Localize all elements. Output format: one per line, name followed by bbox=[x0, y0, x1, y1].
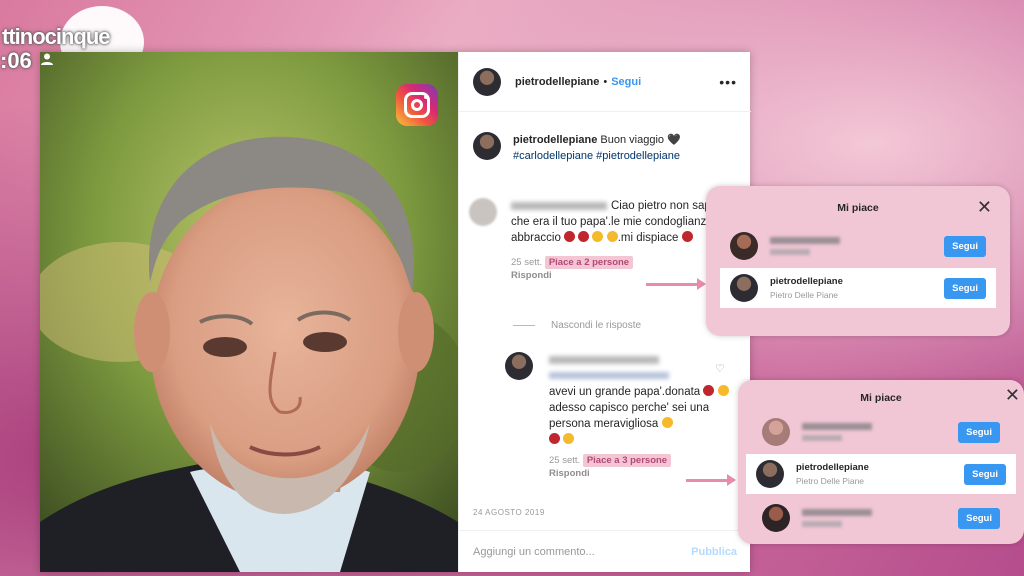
post-caption: pietrodellepiane Buon viaggio 🖤 #carlode… bbox=[473, 132, 743, 164]
avatar[interactable] bbox=[473, 132, 501, 160]
channel-brand: ttinocinque bbox=[2, 24, 111, 49]
username-blurred[interactable] bbox=[802, 509, 872, 516]
like-heart-icon[interactable]: ♡ bbox=[715, 362, 725, 375]
avatar[interactable] bbox=[730, 232, 758, 260]
avatar[interactable] bbox=[730, 274, 758, 302]
comment: Ciao pietro non sapevo che era il tuo pa… bbox=[469, 198, 739, 282]
heart-eyes-emoji-icon bbox=[661, 417, 673, 428]
comment-input[interactable]: Aggiungi un commento... bbox=[473, 546, 595, 558]
replier-mention-blurred[interactable] bbox=[549, 372, 669, 380]
comment-time: 25 sett. bbox=[511, 257, 543, 268]
user-tag-icon[interactable] bbox=[40, 52, 54, 66]
reply-text-mid: adesso capisco perche' sei una persona m… bbox=[549, 402, 710, 430]
heart-emoji-icon bbox=[578, 231, 590, 242]
heart-emoji-icon bbox=[681, 231, 693, 242]
avatar[interactable] bbox=[762, 418, 790, 446]
heart-emoji-icon bbox=[703, 385, 715, 396]
pointer-arrow bbox=[646, 278, 706, 290]
username-blurred[interactable] bbox=[802, 423, 872, 430]
follow-button[interactable]: Segui bbox=[964, 463, 1006, 485]
reply-likes-count[interactable]: Piace a 3 persone bbox=[582, 454, 672, 467]
pointer-arrow bbox=[686, 474, 736, 486]
like-row: Segui bbox=[752, 412, 1010, 452]
reply-reply-link[interactable]: Rispondi bbox=[549, 468, 590, 479]
heart-emoji-icon bbox=[549, 433, 560, 444]
reply-text: avevi un grande papa'.donata bbox=[549, 386, 701, 398]
like-row-highlighted: pietrodellepiane Pietro Delle Piane Segu… bbox=[746, 454, 1016, 494]
likes-popup: Mi piace ✕ Segui pietrodellepiane Pietro… bbox=[738, 380, 1024, 544]
fullname-blurred bbox=[802, 435, 842, 441]
smile-emoji-icon bbox=[606, 231, 618, 242]
publish-button[interactable]: Pubblica bbox=[691, 546, 737, 558]
avatar[interactable] bbox=[505, 352, 533, 380]
like-row-highlighted: pietrodellepiane Pietro Delle Piane Segu… bbox=[720, 268, 996, 308]
smile-emoji-icon bbox=[592, 231, 604, 242]
smile-emoji-icon bbox=[563, 433, 575, 444]
follow-button[interactable]: Segui bbox=[958, 421, 1000, 443]
instagram-icon bbox=[396, 84, 438, 126]
caption-username[interactable]: pietrodellepiane bbox=[513, 134, 597, 146]
instagram-post: pietrodellepiane • Segui ••• pietrodelle… bbox=[40, 52, 751, 572]
post-username[interactable]: pietrodellepiane bbox=[515, 76, 599, 88]
close-icon[interactable]: ✕ bbox=[1005, 386, 1020, 404]
commenter-avatar[interactable] bbox=[469, 198, 497, 226]
reply-time: 25 sett. bbox=[549, 455, 581, 466]
smile-emoji-icon bbox=[717, 385, 729, 396]
like-row: Segui bbox=[720, 226, 996, 266]
follow-link[interactable]: Segui bbox=[611, 76, 641, 88]
header-separator: • bbox=[603, 75, 608, 88]
replies-divider bbox=[513, 325, 535, 326]
like-username[interactable]: pietrodellepiane bbox=[796, 462, 869, 473]
follow-button[interactable]: Segui bbox=[944, 235, 986, 257]
popup-title: Mi piace bbox=[837, 202, 879, 214]
like-fullname: Pietro Delle Piane bbox=[770, 290, 839, 300]
portrait-illustration bbox=[40, 52, 458, 572]
fullname-blurred bbox=[802, 521, 842, 527]
avatar[interactable] bbox=[762, 504, 790, 532]
username-blurred[interactable] bbox=[770, 237, 840, 244]
close-icon[interactable]: ✕ bbox=[977, 198, 992, 216]
follow-button[interactable]: Segui bbox=[958, 507, 1000, 529]
comment-likes-count[interactable]: Piace a 2 persone bbox=[544, 256, 634, 269]
likes-popup: Mi piace ✕ Segui pietrodellepiane Pietro… bbox=[706, 186, 1010, 336]
reply-comment: avevi un grande papa'.donata adesso capi… bbox=[505, 352, 735, 480]
comment-reply-link[interactable]: Rispondi bbox=[511, 270, 552, 281]
heart-emoji-icon bbox=[564, 231, 576, 242]
post-header: pietrodellepiane • Segui ••• bbox=[459, 52, 751, 112]
fullname-blurred bbox=[770, 249, 810, 255]
replier-username-blurred[interactable] bbox=[549, 355, 659, 364]
popup-title: Mi piace bbox=[860, 392, 902, 404]
caption-text: Buon viaggio 🖤 bbox=[600, 134, 681, 146]
like-row: Segui bbox=[752, 498, 1010, 538]
comment-text-end: .mi dispiace bbox=[617, 232, 679, 244]
avatar[interactable] bbox=[756, 460, 784, 488]
like-fullname: Pietro Delle Piane bbox=[796, 476, 865, 486]
hide-replies-link[interactable]: Nascondi le risposte bbox=[513, 320, 641, 331]
caption-hashtags[interactable]: #carlodellepiane #pietrodellepiane bbox=[513, 150, 680, 162]
follow-button[interactable]: Segui bbox=[944, 277, 986, 299]
commenter-username-blurred[interactable] bbox=[511, 201, 607, 210]
post-photo[interactable] bbox=[40, 52, 458, 572]
add-comment-bar: Aggiungi un commento... Pubblica bbox=[459, 530, 751, 572]
hide-replies-label: Nascondi le risposte bbox=[551, 320, 642, 331]
more-options-icon[interactable]: ••• bbox=[719, 74, 737, 90]
post-date: 24 AGOSTO 2019 bbox=[473, 508, 545, 517]
avatar[interactable] bbox=[473, 67, 501, 96]
broadcast-time: :06 bbox=[0, 48, 32, 73]
like-username[interactable]: pietrodellepiane bbox=[770, 276, 843, 287]
